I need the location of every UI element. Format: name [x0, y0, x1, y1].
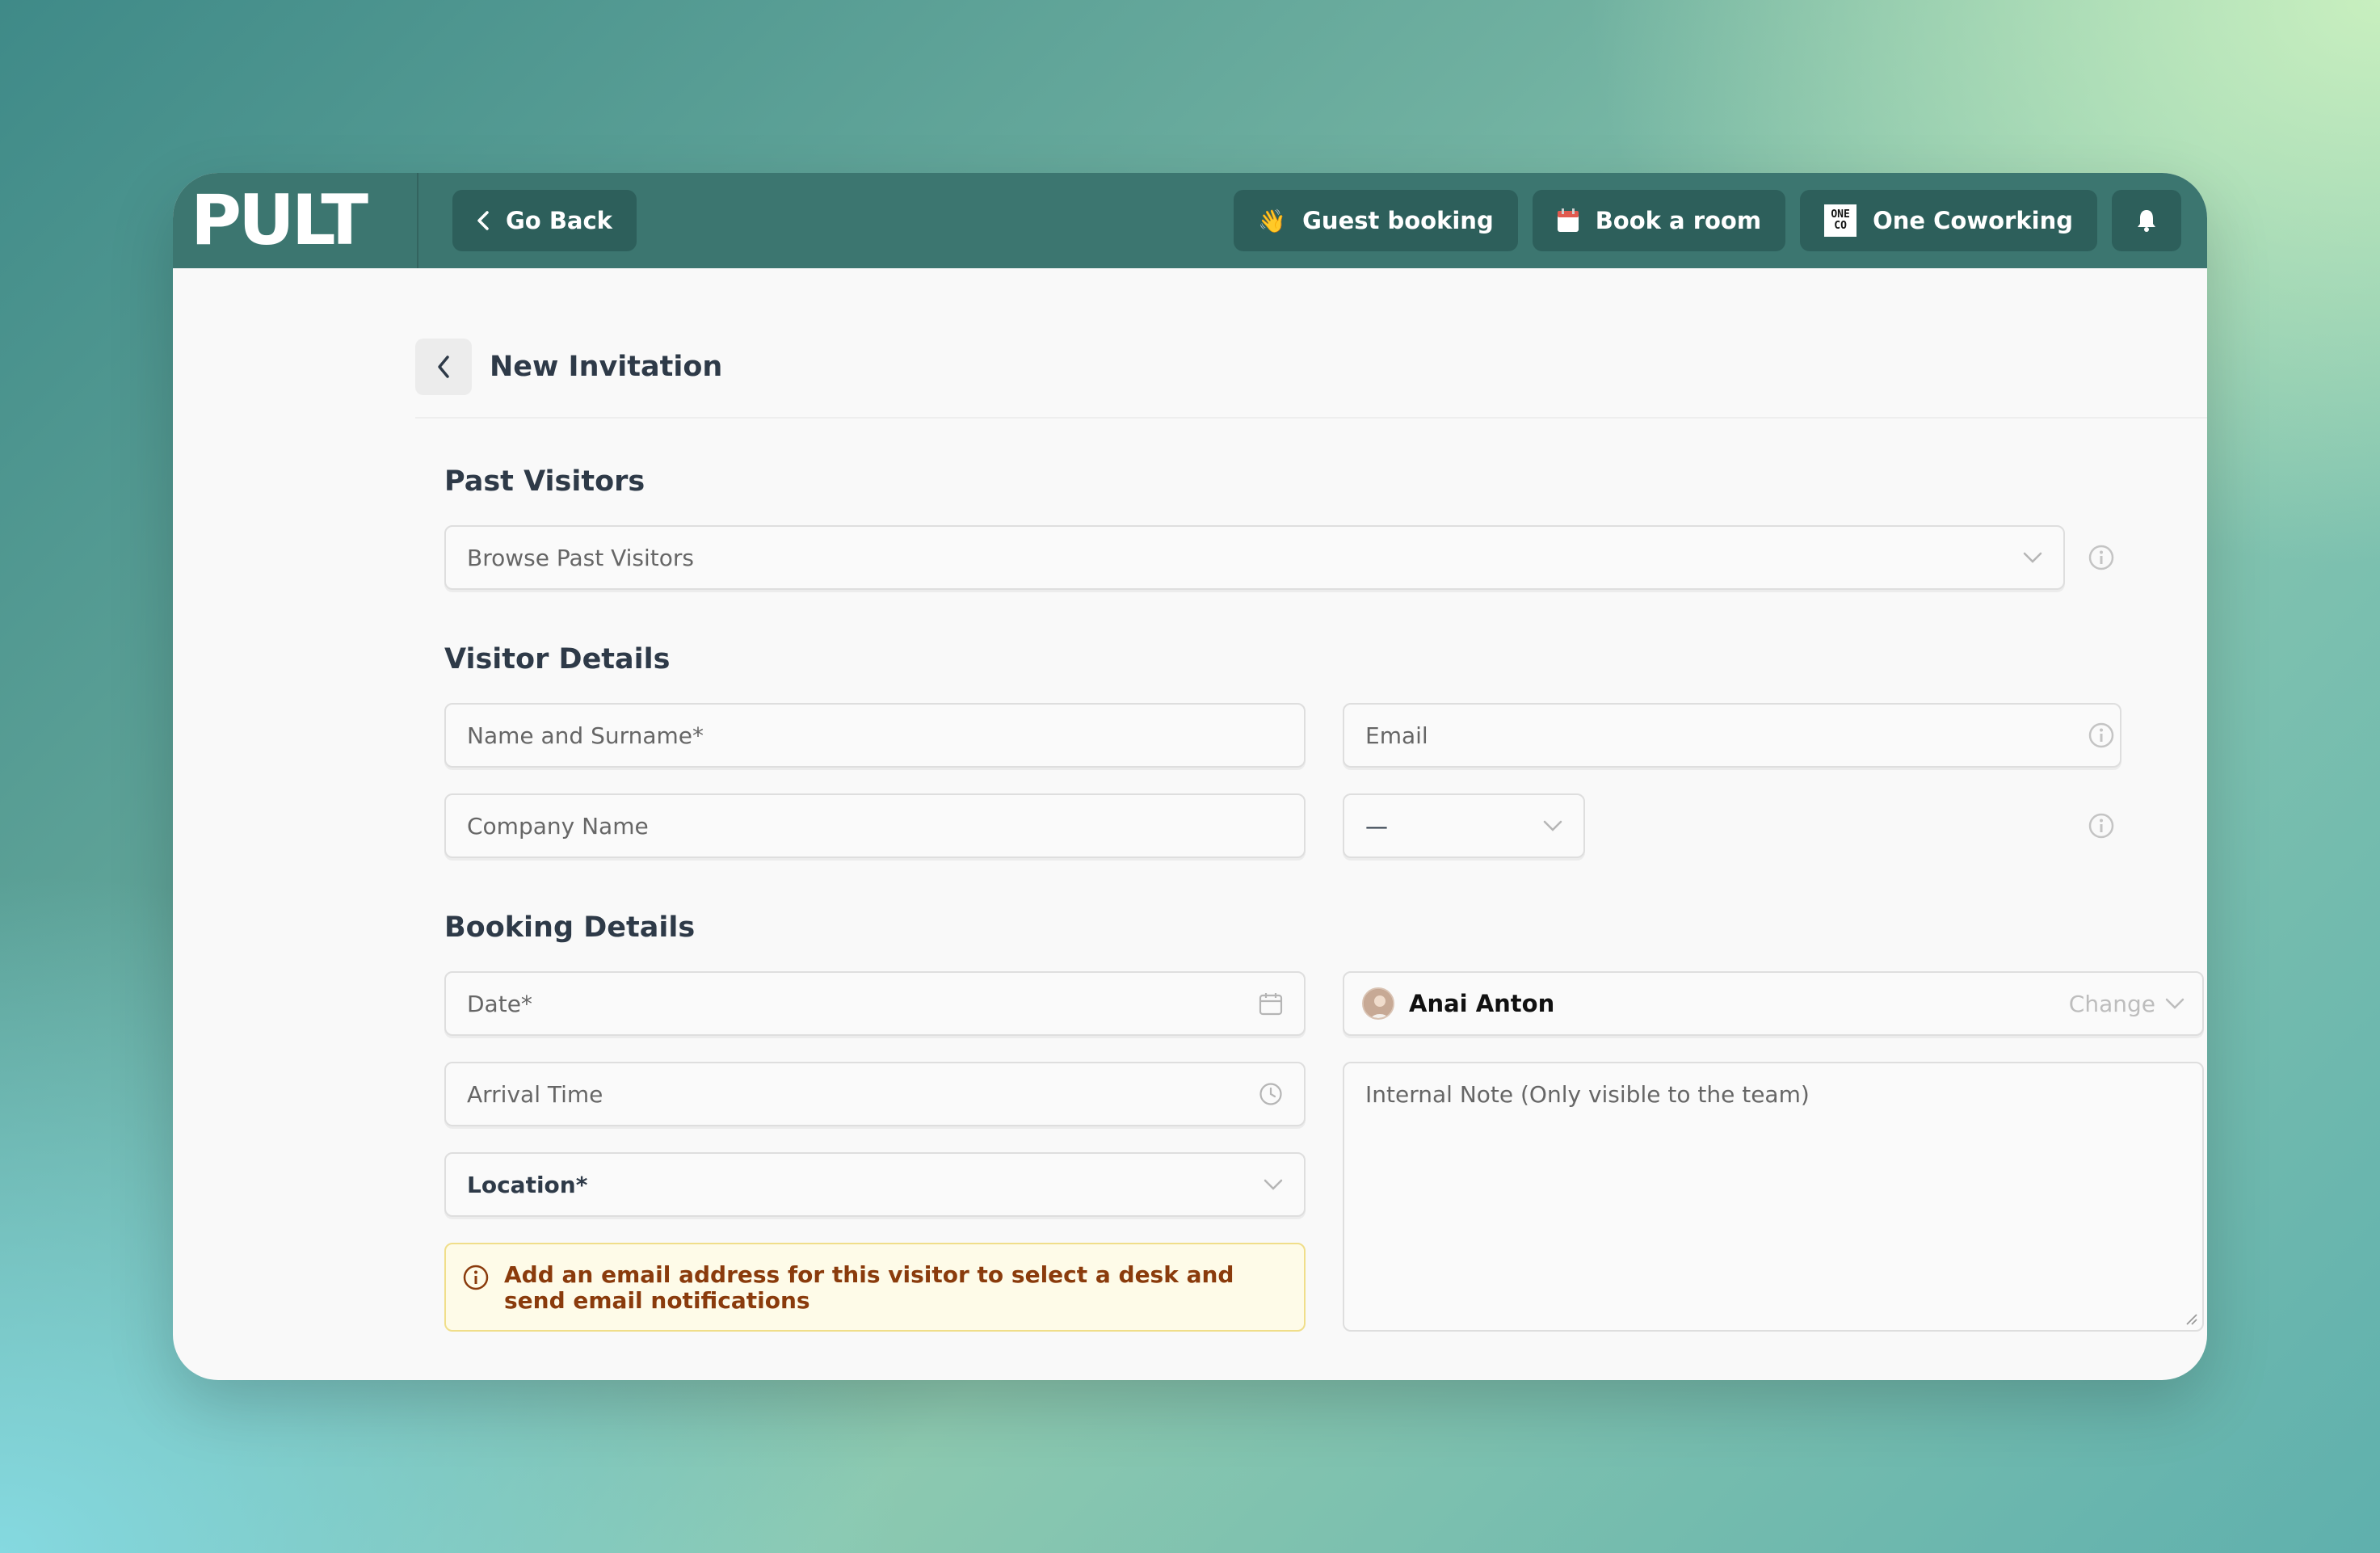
- avatar: [1362, 987, 1394, 1020]
- email-required-alert: Add an email address for this visitor to…: [444, 1243, 1306, 1332]
- alert-text: Add an email address for this visitor to…: [504, 1261, 1234, 1314]
- booking-details-title: Booking Details: [444, 911, 696, 944]
- header-divider: [415, 417, 2207, 419]
- location-label: Location*: [467, 1171, 588, 1198]
- host-name: Anai Anton: [1409, 990, 1555, 1017]
- name-surname-input[interactable]: Name and Surname*: [444, 703, 1306, 768]
- name-surname-placeholder: Name and Surname*: [467, 722, 704, 749]
- phone-prefix-value: —: [1365, 812, 1388, 840]
- company-name-input[interactable]: Company Name: [444, 793, 1306, 858]
- resize-handle-icon[interactable]: [2184, 1312, 2197, 1325]
- clock-icon: [1259, 1083, 1282, 1105]
- info-icon[interactable]: [2088, 812, 2115, 840]
- guest-booking-button[interactable]: 👋 Guest booking: [1234, 190, 1518, 251]
- bell-icon: [2138, 210, 2155, 232]
- info-icon: [463, 1265, 489, 1290]
- page-title: New Invitation: [490, 351, 723, 383]
- oneco-icon-bottom: CO: [1834, 220, 1847, 232]
- page-back-button[interactable]: [415, 339, 472, 395]
- phone-prefix-select[interactable]: —: [1343, 793, 1585, 858]
- one-coworking-logo-icon: ONE CO: [1824, 204, 1857, 237]
- oneco-icon-top: ONE: [1831, 208, 1850, 221]
- info-icon[interactable]: [2088, 544, 2115, 571]
- waving-hand-icon: 👋: [1258, 207, 1287, 234]
- book-room-button[interactable]: Book a room: [1532, 190, 1786, 251]
- chevron-left-icon: [438, 356, 449, 378]
- notifications-button[interactable]: [2112, 190, 2181, 251]
- date-placeholder: Date*: [467, 990, 532, 1017]
- page-header: New Invitation: [415, 339, 722, 395]
- pult-logo[interactable]: PULT: [173, 173, 418, 268]
- chevron-down-icon: [2023, 552, 2042, 563]
- arrival-time-placeholder: Arrival Time: [467, 1080, 603, 1108]
- arrival-time-input[interactable]: Arrival Time: [444, 1062, 1306, 1126]
- top-bar: PULT Go Back 👋 Guest booking Book a room: [173, 173, 2207, 268]
- one-coworking-button[interactable]: ONE CO One Coworking: [1800, 190, 2097, 251]
- info-icon[interactable]: [2088, 722, 2115, 749]
- browse-past-visitors-select[interactable]: Browse Past Visitors: [444, 525, 2065, 590]
- chevron-left-icon: [477, 211, 489, 230]
- email-input[interactable]: Email: [1343, 703, 2121, 768]
- internal-note-placeholder: Internal Note (Only visible to the team): [1365, 1081, 1810, 1108]
- book-room-label: Book a room: [1595, 207, 1762, 234]
- go-back-label: Go Back: [506, 207, 612, 234]
- host-select[interactable]: Anai Anton Change: [1343, 971, 2204, 1036]
- one-coworking-label: One Coworking: [1873, 207, 2073, 234]
- chevron-down-icon: [1264, 1179, 1283, 1190]
- chevron-down-icon: [2165, 998, 2184, 1009]
- company-name-placeholder: Company Name: [467, 812, 649, 840]
- visitor-details-title: Visitor Details: [444, 643, 671, 675]
- past-visitors-title: Past Visitors: [444, 465, 645, 498]
- guest-booking-label: Guest booking: [1302, 207, 1494, 234]
- browse-past-visitors-text: Browse Past Visitors: [467, 544, 694, 571]
- top-actions: 👋 Guest booking Book a room ONE CO One C…: [1234, 190, 2181, 251]
- app-window: PULT Go Back 👋 Guest booking Book a room: [173, 173, 2207, 1380]
- location-select[interactable]: Location*: [444, 1152, 1306, 1217]
- calendar-icon: [1259, 993, 1283, 1016]
- internal-note-textarea[interactable]: Internal Note (Only visible to the team): [1343, 1062, 2204, 1332]
- go-back-button[interactable]: Go Back: [452, 190, 637, 251]
- change-label: Change: [2068, 990, 2155, 1017]
- email-placeholder: Email: [1365, 722, 1428, 749]
- date-input[interactable]: Date*: [444, 971, 1306, 1036]
- chevron-down-icon: [1543, 820, 1562, 831]
- change-host-button[interactable]: Change: [2069, 991, 2184, 1017]
- calendar-icon: [1557, 208, 1579, 232]
